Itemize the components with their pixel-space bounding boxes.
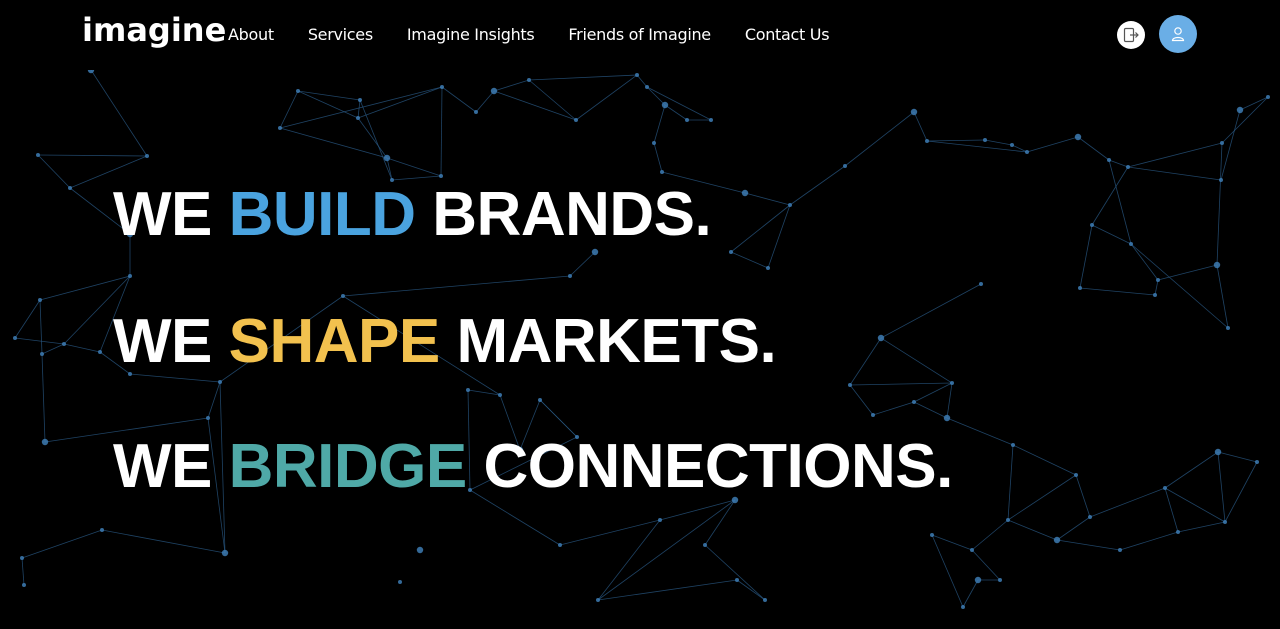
nav-imagine-insights[interactable]: Imagine Insights [407, 24, 535, 46]
hero-line-shape: WE SHAPE MARKETS. [113, 307, 953, 377]
main-nav: About Services Imagine Insights Friends … [228, 24, 830, 46]
hero-highlight: BUILD [228, 180, 416, 249]
hero-highlight: SHAPE [228, 307, 441, 376]
hero-suffix: MARKETS. [456, 307, 777, 376]
hero: WE BUILD BRANDS. WE SHAPE MARKETS. WE BR… [113, 180, 953, 502]
hero-prefix: WE [113, 180, 212, 249]
hero-line-bridge: WE BRIDGE CONNECTIONS. [113, 432, 953, 502]
hero-line-build: WE BUILD BRANDS. [113, 180, 953, 250]
hero-suffix: CONNECTIONS. [483, 432, 953, 501]
hero-prefix: WE [113, 307, 212, 376]
nav-friends-of-imagine[interactable]: Friends of Imagine [568, 24, 711, 46]
hero-highlight: BRIDGE [228, 432, 468, 501]
logout-button[interactable] [1117, 21, 1145, 49]
nav-services[interactable]: Services [308, 24, 373, 46]
site-header: imagine About Services Imagine Insights … [0, 0, 1280, 70]
hero-prefix: WE [113, 432, 212, 501]
logout-icon [1123, 27, 1139, 43]
hero-suffix: BRANDS. [432, 180, 712, 249]
nav-contact-us[interactable]: Contact Us [745, 24, 830, 46]
avatar-button[interactable] [1159, 15, 1197, 53]
page: imagine About Services Imagine Insights … [0, 0, 1280, 629]
nav-about[interactable]: About [228, 24, 274, 46]
user-icon [1171, 27, 1185, 42]
logo[interactable]: imagine [82, 10, 226, 50]
